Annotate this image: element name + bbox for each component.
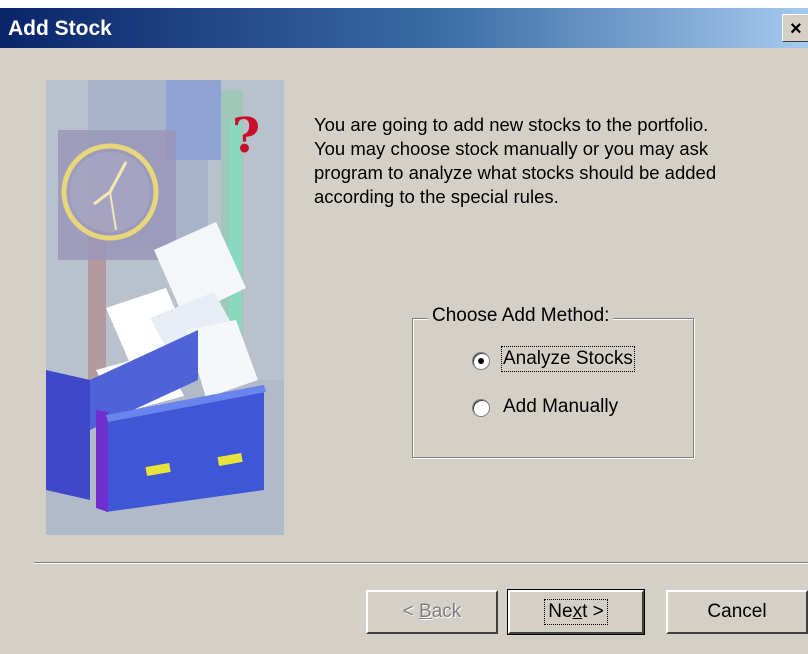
back-button-label: < Back bbox=[402, 601, 462, 622]
next-button[interactable]: Next > bbox=[507, 589, 645, 635]
window-title: Add Stock bbox=[8, 17, 112, 40]
radio-label-add-manually[interactable]: Add Manually bbox=[503, 396, 618, 418]
close-button[interactable]: × bbox=[782, 14, 808, 42]
folder-clock-question-icon: ? bbox=[46, 80, 284, 535]
cancel-button-label: Cancel bbox=[707, 601, 767, 622]
button-separator bbox=[34, 562, 808, 564]
radio-label-analyze-stocks[interactable]: Analyze Stocks bbox=[501, 346, 635, 372]
radio-add-manually[interactable] bbox=[472, 399, 490, 417]
radio-analyze-stocks[interactable] bbox=[472, 352, 490, 370]
title-bar[interactable]: Add Stock × bbox=[0, 8, 808, 48]
radio-selected-dot bbox=[478, 358, 484, 364]
wizard-illustration: ? bbox=[46, 80, 284, 535]
intro-text: You are going to add new stocks to the p… bbox=[314, 114, 717, 207]
add-method-groupbox bbox=[412, 318, 694, 458]
add-method-label: Choose Add Method: bbox=[428, 305, 614, 327]
next-button-label: Next > bbox=[544, 599, 608, 625]
cancel-button[interactable]: Cancel bbox=[666, 590, 808, 634]
svg-text:?: ? bbox=[232, 108, 260, 164]
back-button[interactable]: < Back bbox=[366, 590, 498, 634]
close-icon: × bbox=[790, 18, 802, 40]
